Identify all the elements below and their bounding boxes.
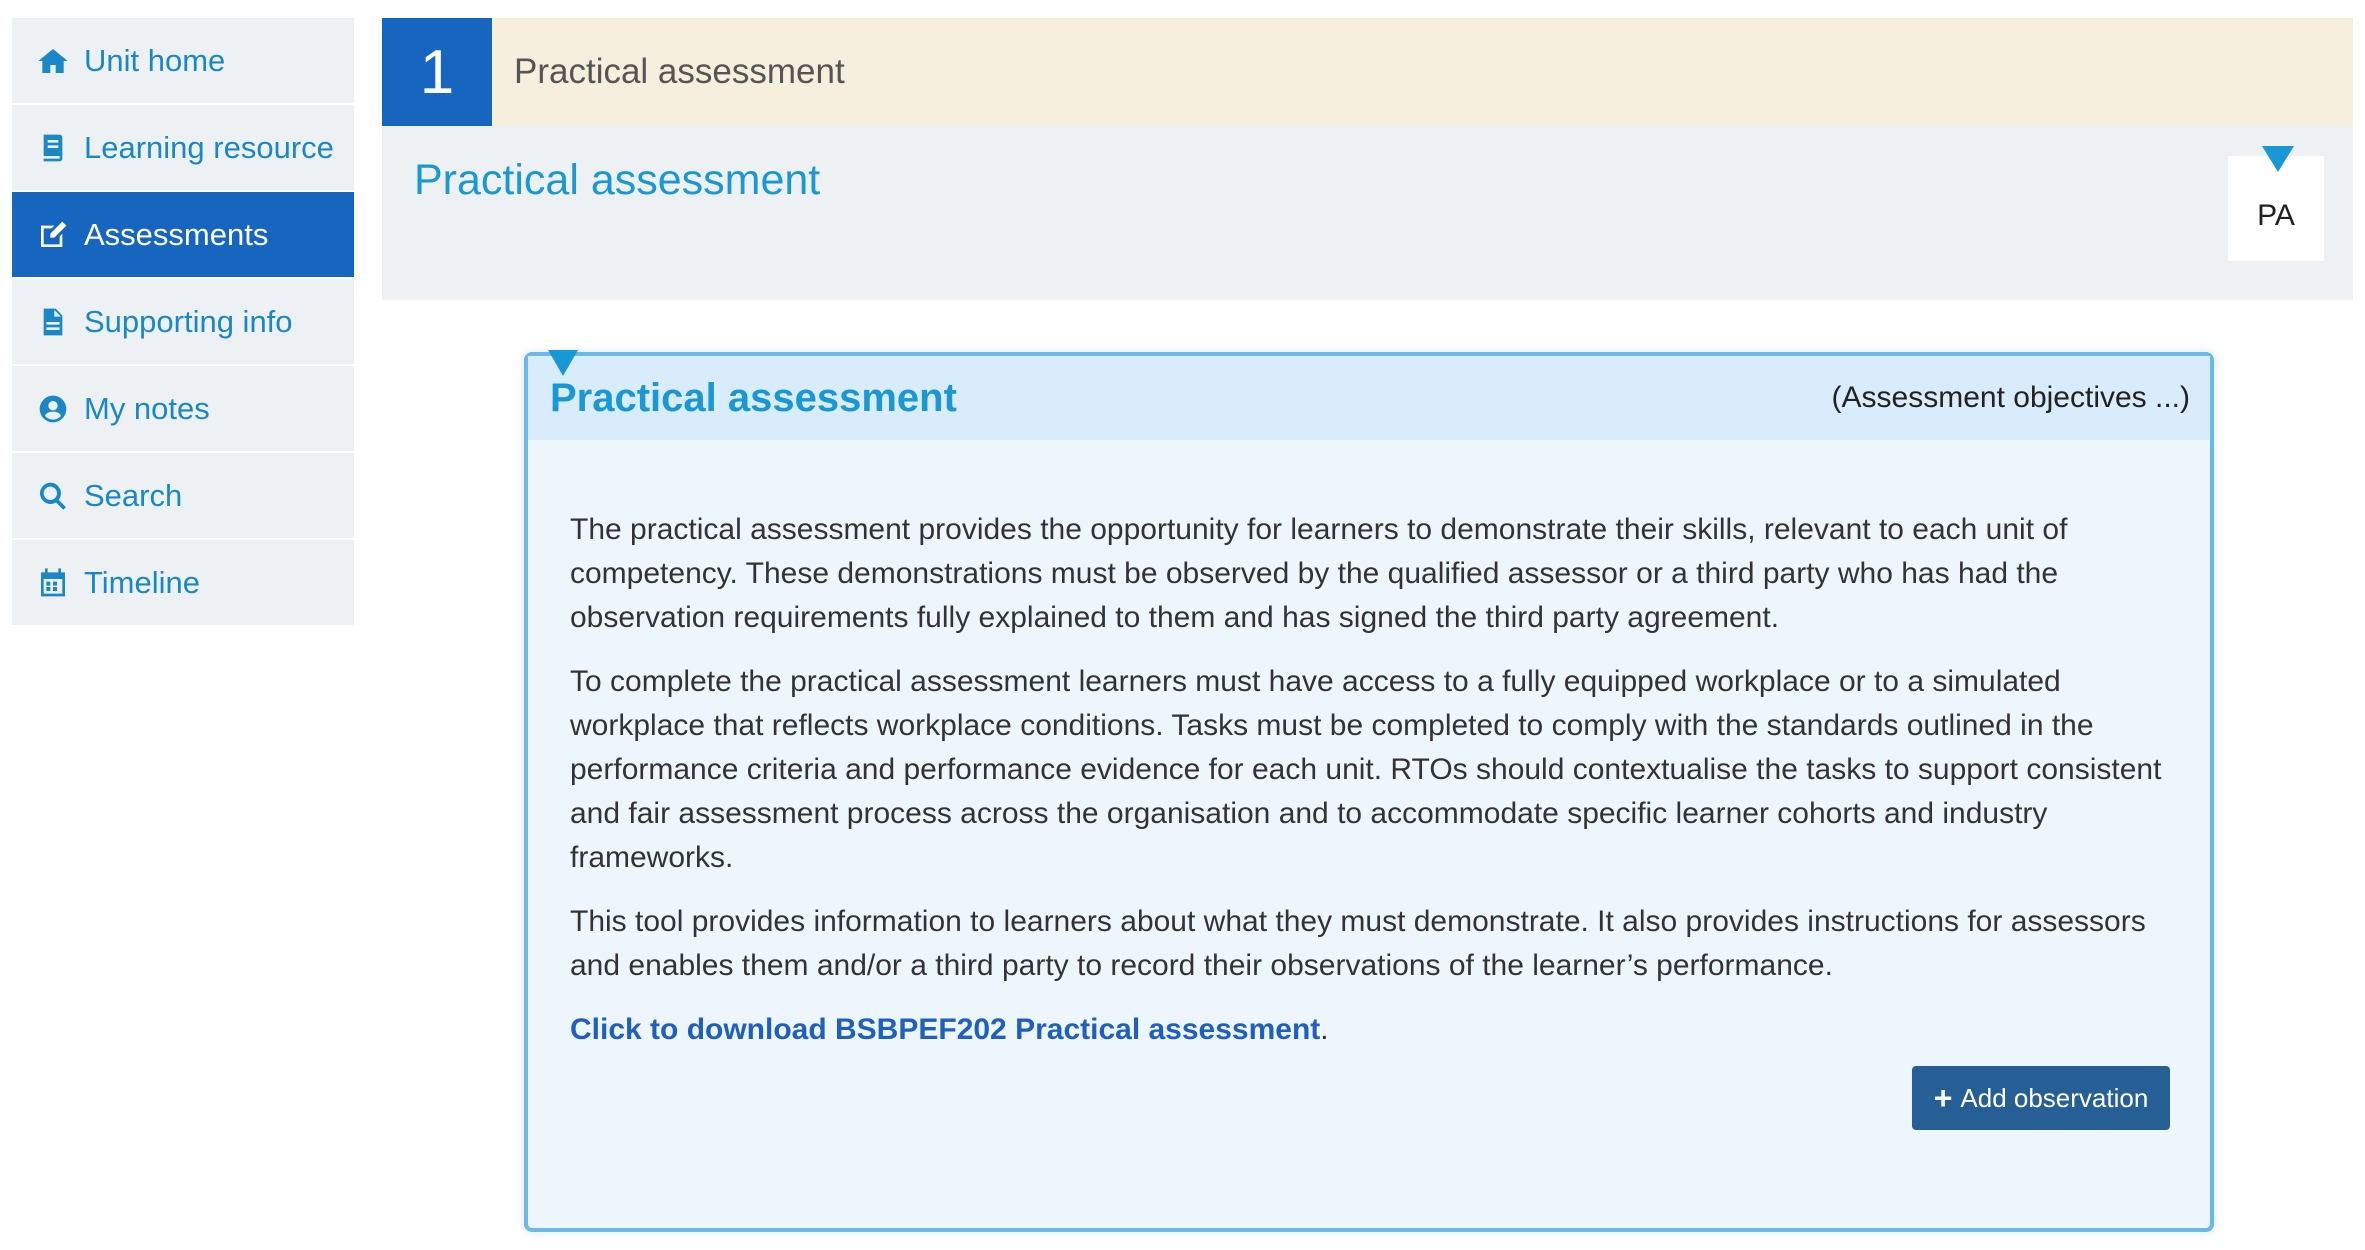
requirements-paragraph: To complete the practical assessment lea… xyxy=(570,665,2162,874)
sidebar-item-label: Unit home xyxy=(84,42,226,78)
sidebar-item-label: My notes xyxy=(84,390,210,426)
sidebar-item-supporting-info[interactable]: Supporting info xyxy=(12,279,354,366)
sidebar-item-learning-resource[interactable]: Learning resource xyxy=(12,105,354,192)
download-suffix: . xyxy=(1320,1013,1329,1046)
bookmark-marker-icon xyxy=(2262,146,2294,172)
card-header: Practical assessment (Assessment objecti… xyxy=(528,356,2210,440)
sidebar-item-unit-home[interactable]: Unit home xyxy=(12,18,354,105)
page-heading-panel: Practical assessment PA xyxy=(382,126,2353,300)
document-icon xyxy=(36,305,70,339)
intro-paragraph: The practical assessment provides the op… xyxy=(570,513,2068,634)
sidebar-item-search[interactable]: Search xyxy=(12,453,354,540)
calendar-icon xyxy=(36,566,70,600)
card-body: The practical assessment provides the op… xyxy=(528,440,2210,1052)
sidebar-item-label: Learning resource xyxy=(84,129,334,165)
plus-icon: + xyxy=(1933,1080,1953,1116)
card-marker-icon xyxy=(548,350,578,376)
tool-paragraph: This tool provides information to learne… xyxy=(570,905,2146,982)
download-line: Click to download BSBPEF202 Practical as… xyxy=(570,1008,2170,1052)
user-circle-icon xyxy=(36,392,70,426)
search-icon xyxy=(36,479,70,513)
sidebar-item-label: Timeline xyxy=(84,564,200,600)
card-title: Practical assessment xyxy=(550,375,957,420)
assessment-objectives-link[interactable]: (Assessment objectives ...) xyxy=(1832,381,2190,415)
sidebar-item-label: Assessments xyxy=(84,216,269,252)
section-header: 1 Practical assessment xyxy=(382,18,2353,126)
sidebar-item-my-notes[interactable]: My notes xyxy=(12,366,354,453)
sidebar-item-assessments[interactable]: Assessments xyxy=(12,192,354,279)
edit-icon xyxy=(36,218,70,252)
section-number: 1 xyxy=(382,18,492,126)
home-icon xyxy=(36,44,70,78)
sidebar-item-timeline[interactable]: Timeline xyxy=(12,540,354,627)
sidebar-item-label: Supporting info xyxy=(84,303,293,339)
sidebar-nav: Unit home Learning resource Assessments … xyxy=(12,18,354,627)
sidebar-item-label: Search xyxy=(84,477,183,513)
add-observation-label: Add observation xyxy=(1960,1082,2149,1113)
download-link[interactable]: Click to download BSBPEF202 Practical as… xyxy=(570,1013,1320,1046)
book-icon xyxy=(36,131,70,165)
page-title: Practical assessment xyxy=(414,156,821,204)
assessment-card: Practical assessment (Assessment objecti… xyxy=(524,350,2214,1232)
add-observation-button[interactable]: + Add observation xyxy=(1912,1066,2170,1130)
section-title: Practical assessment xyxy=(514,52,845,91)
